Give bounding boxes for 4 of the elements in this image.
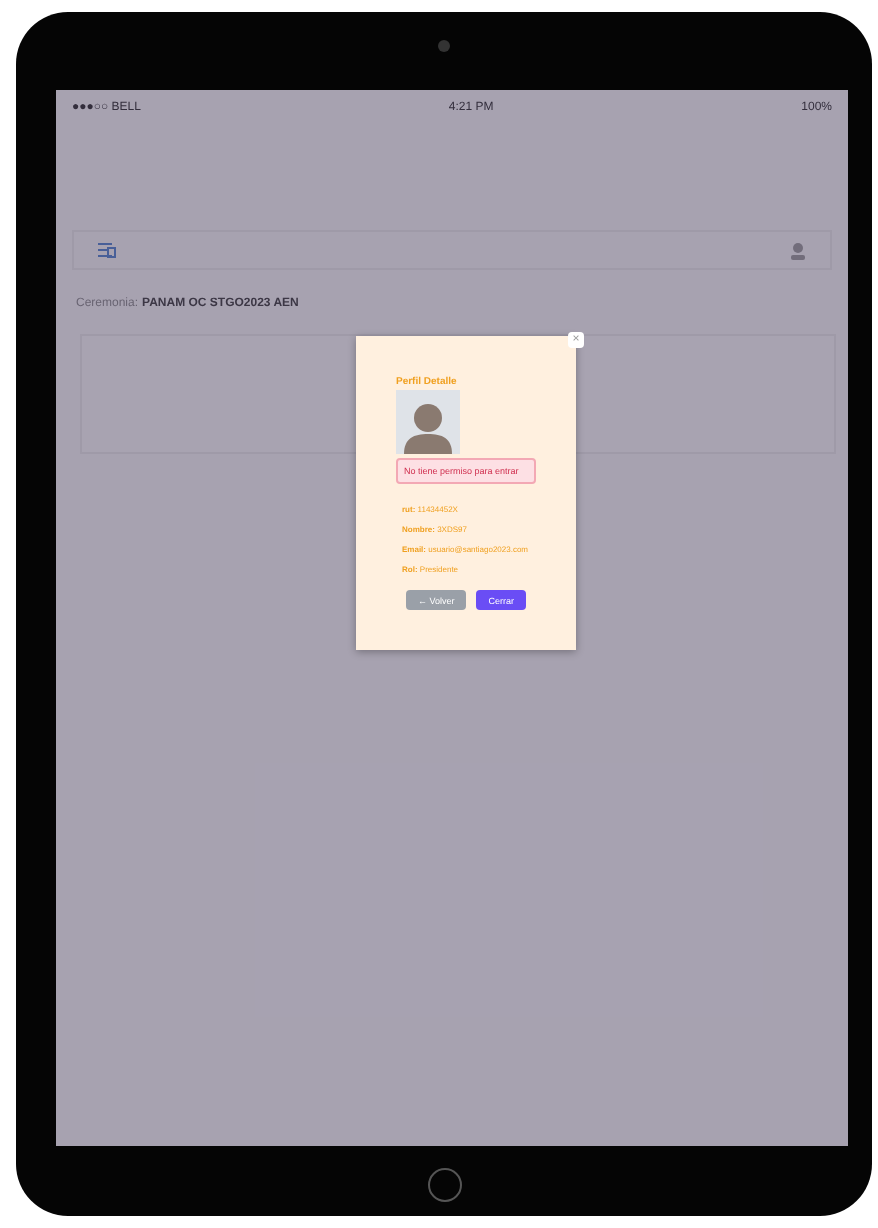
- home-button[interactable]: [427, 1168, 461, 1202]
- user-icon[interactable]: [790, 241, 806, 259]
- menu-icon[interactable]: [98, 242, 116, 258]
- camera-icon: [438, 40, 450, 52]
